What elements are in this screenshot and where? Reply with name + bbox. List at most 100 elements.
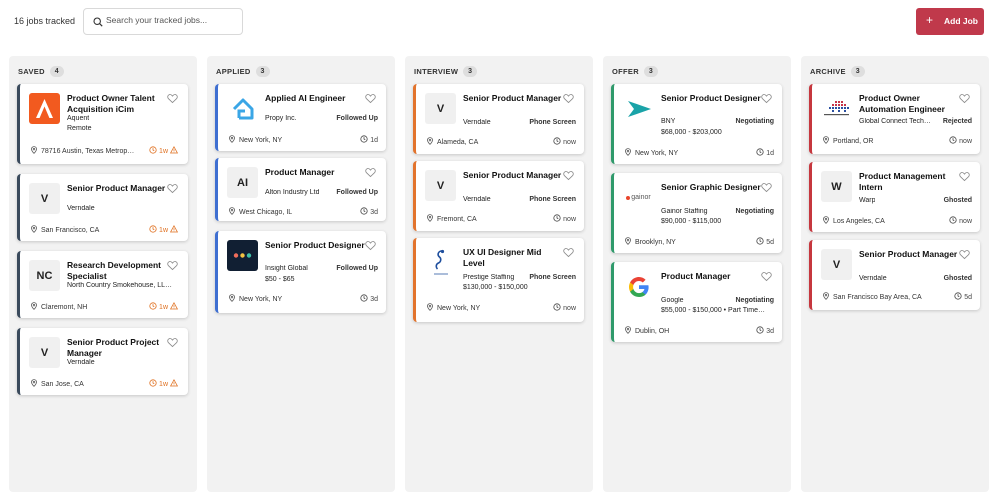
job-title: Product Manager (265, 167, 335, 177)
status-label: Ghosted (943, 197, 972, 204)
clock-icon (360, 135, 368, 143)
global-connect-logo-icon (821, 93, 852, 124)
company-name: Alton Industry Ltd (265, 189, 320, 196)
job-card[interactable]: NC Research Development Specialist North… (17, 251, 188, 318)
job-card[interactable]: V Senior Product Manager Verndale San Fr… (17, 174, 188, 241)
location-pin-icon (228, 135, 236, 143)
favorite-heart-icon[interactable] (365, 167, 376, 178)
favorite-heart-icon[interactable] (761, 93, 772, 104)
favorite-heart-icon[interactable] (167, 183, 178, 194)
jobs-count: 16 jobs tracked (14, 16, 76, 26)
status-label: Negotiating (735, 297, 775, 304)
favorite-heart-icon[interactable] (563, 247, 574, 258)
favorite-heart-icon[interactable] (959, 249, 970, 260)
column-archive: ARCHIVE 3 Product Owner Automation Engin… (801, 56, 989, 492)
company-logo: V (425, 170, 456, 201)
clock-icon (553, 137, 561, 145)
location-pin-icon (30, 225, 38, 233)
search-box[interactable] (83, 8, 243, 35)
job-card[interactable]: Product Owner Talent Acquisition iCim Aq… (17, 84, 188, 164)
column-count-badge: 3 (463, 66, 478, 77)
company-name: Google (661, 297, 684, 304)
job-card[interactable]: gainor Senior Graphic Designer Gainor St… (611, 173, 782, 253)
location-pin-icon (822, 136, 830, 144)
time-ago: now (563, 139, 576, 146)
clock-icon (149, 379, 157, 387)
time-ago: 1d (370, 137, 378, 144)
column-count-badge: 3 (850, 66, 865, 77)
location-pin-icon (426, 303, 434, 311)
company-name: Warp (859, 197, 876, 204)
favorite-heart-icon[interactable] (365, 240, 376, 251)
favorite-heart-icon[interactable] (959, 93, 970, 104)
job-title: Senior Product Project Manager (67, 337, 160, 358)
job-card[interactable]: V Senior Product Manager Verndale Ghoste… (809, 240, 980, 310)
search-input[interactable] (106, 15, 240, 25)
clock-icon (756, 148, 764, 156)
plus-icon: + (926, 13, 934, 27)
add-job-button[interactable]: + Add Job (916, 8, 984, 35)
status-label: Followed Up (336, 189, 378, 196)
status-label: Phone Screen (529, 196, 576, 203)
favorite-heart-icon[interactable] (167, 260, 178, 271)
clock-icon (360, 294, 368, 302)
favorite-heart-icon[interactable] (167, 93, 178, 104)
column-title: APPLIED (216, 67, 251, 76)
job-card[interactable]: Applied AI Engineer Propy Inc. Followed … (215, 84, 386, 151)
location-pin-icon (822, 292, 830, 300)
job-card[interactable]: Product Owner Automation Engineer Global… (809, 84, 980, 154)
salary-range: $55,000 - $150,000 • Part Time… (661, 307, 766, 314)
location-pin-icon (228, 207, 236, 215)
job-card[interactable]: Senior Product Designer Insight Global F… (215, 231, 386, 313)
column-applied: APPLIED 3 Applied AI Engineer Propy Inc.… (207, 56, 395, 492)
favorite-heart-icon[interactable] (365, 93, 376, 104)
status-label: Phone Screen (529, 274, 576, 281)
job-location: San Francisco, CA (41, 227, 100, 234)
favorite-heart-icon[interactable] (761, 182, 772, 193)
favorite-heart-icon[interactable] (959, 171, 970, 182)
job-card[interactable]: W Product Management Intern Warp Ghosted… (809, 162, 980, 232)
time-ago: now (959, 138, 972, 145)
job-card[interactable]: V Senior Product Project Manager Verndal… (17, 328, 188, 395)
location-pin-icon (624, 148, 632, 156)
favorite-heart-icon[interactable] (563, 170, 574, 181)
company-logo: AI (227, 167, 258, 198)
clock-icon (949, 136, 957, 144)
salary-range: $50 - $65 (265, 276, 295, 283)
favorite-heart-icon[interactable] (761, 271, 772, 282)
job-card[interactable]: AI Product Manager Alton Industry Ltd Fo… (215, 158, 386, 221)
job-title: Senior Product Manager (859, 249, 958, 259)
warning-icon (170, 225, 178, 233)
job-title: Senior Product Designer (265, 240, 365, 250)
job-location: New York, NY (239, 296, 283, 303)
clock-icon (553, 214, 561, 222)
location-pin-icon (30, 146, 38, 154)
column-interview: INTERVIEW 3 V Senior Product Manager Ver… (405, 56, 593, 492)
time-ago: 3d (766, 328, 774, 335)
company-logo: NC (29, 260, 60, 291)
favorite-heart-icon[interactable] (563, 93, 574, 104)
location-pin-icon (426, 137, 434, 145)
company-name: Verndale (67, 359, 95, 366)
job-location: San Francisco Bay Area, CA (833, 294, 922, 301)
job-location: Los Angeles, CA (833, 218, 885, 225)
job-location: New York, NY (635, 150, 679, 157)
column-title: SAVED (18, 67, 45, 76)
salary-range: $90,000 - $115,000 (661, 218, 722, 225)
status-label: Followed Up (336, 265, 378, 272)
status-label: Followed Up (336, 115, 378, 122)
job-card[interactable]: UX UI Designer Mid Level Prestige Staffi… (413, 238, 584, 322)
company-logo: W (821, 171, 852, 202)
favorite-heart-icon[interactable] (167, 337, 178, 348)
job-card[interactable]: V Senior Product Manager Verndale Phone … (413, 161, 584, 231)
column-header-interview: INTERVIEW 3 (414, 66, 478, 78)
column-title: OFFER (612, 67, 639, 76)
job-card[interactable]: V Senior Product Manager Verndale Phone … (413, 84, 584, 154)
column-count-badge: 3 (643, 66, 658, 77)
job-location: Alameda, CA (437, 139, 479, 146)
job-card[interactable]: Product Manager Google Negotiating $55,0… (611, 262, 782, 342)
job-card[interactable]: Senior Product Designer BNY Negotiating … (611, 84, 782, 164)
job-location: Brooklyn, NY (635, 239, 676, 246)
time-ago: now (563, 216, 576, 223)
job-location: New York, NY (437, 305, 481, 312)
